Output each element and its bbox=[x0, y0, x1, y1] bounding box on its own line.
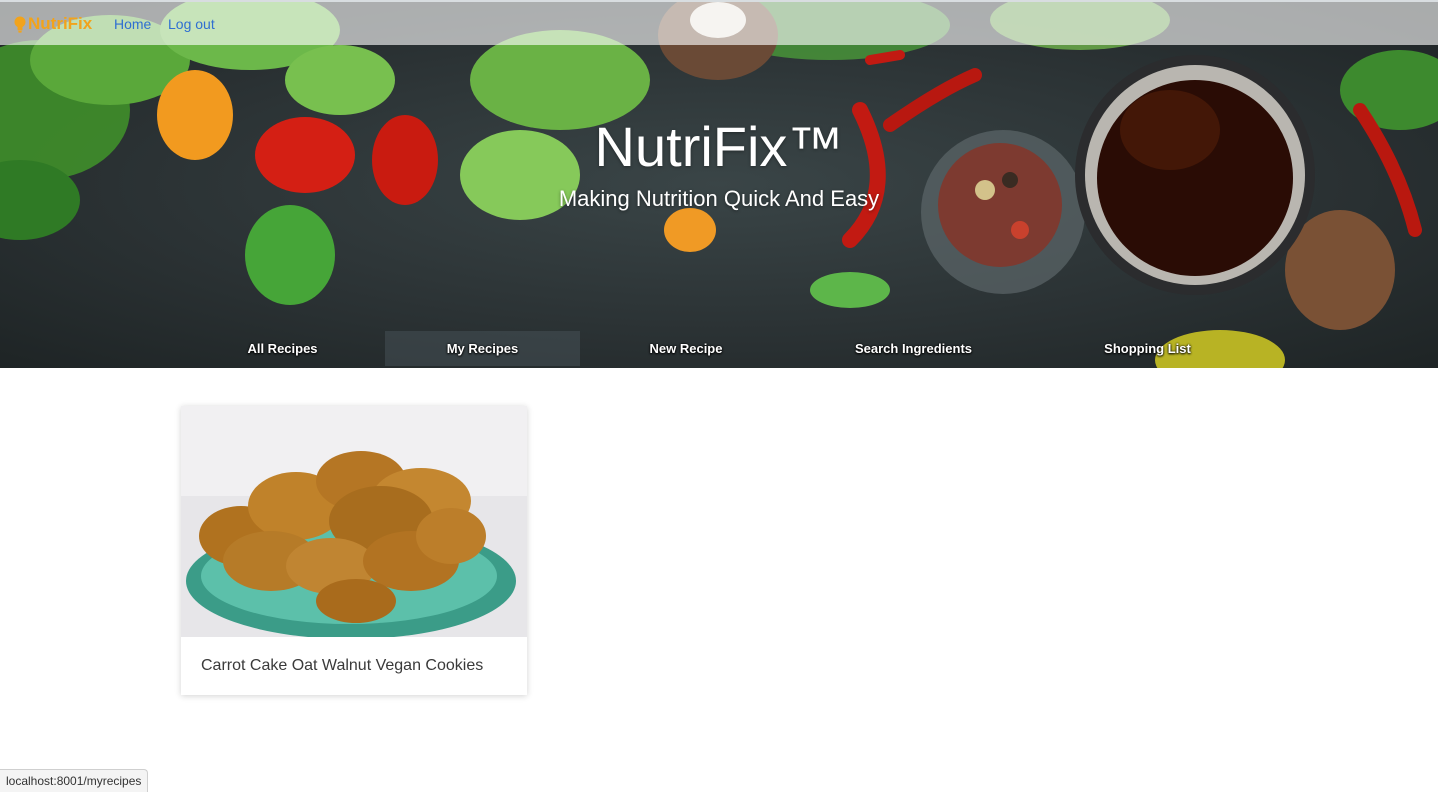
hero-banner: NutriFix Home Log out NutriFix™ Making N… bbox=[0, 0, 1438, 368]
recipe-image bbox=[181, 406, 527, 637]
status-bar-url: localhost:8001/myrecipes bbox=[0, 769, 149, 792]
nav-logout-link[interactable]: Log out bbox=[168, 16, 215, 32]
hero-subtitle: Making Nutrition Quick And Easy bbox=[558, 186, 880, 211]
top-navbar: NutriFix Home Log out bbox=[0, 0, 1438, 45]
tab-shopping-list[interactable]: Shopping List bbox=[1035, 331, 1260, 366]
brand-link[interactable]: NutriFix bbox=[14, 12, 92, 36]
recipe-card[interactable]: Carrot Cake Oat Walnut Vegan Cookies bbox=[181, 406, 527, 695]
recipe-title: Carrot Cake Oat Walnut Vegan Cookies bbox=[201, 657, 484, 674]
bulb-icon bbox=[14, 16, 26, 33]
tab-my-recipes[interactable]: My Recipes bbox=[385, 331, 580, 366]
recipe-tabs: All Recipes My Recipes New Recipe Search… bbox=[180, 331, 1260, 366]
tab-new-recipe[interactable]: New Recipe bbox=[580, 331, 792, 366]
tab-search-ingredients[interactable]: Search Ingredients bbox=[792, 331, 1035, 366]
brand-name: NutriFix bbox=[28, 14, 93, 33]
nav-home-link[interactable]: Home bbox=[114, 16, 151, 32]
hero-title: NutriFix™ bbox=[594, 115, 844, 178]
tab-all-recipes[interactable]: All Recipes bbox=[180, 331, 385, 366]
